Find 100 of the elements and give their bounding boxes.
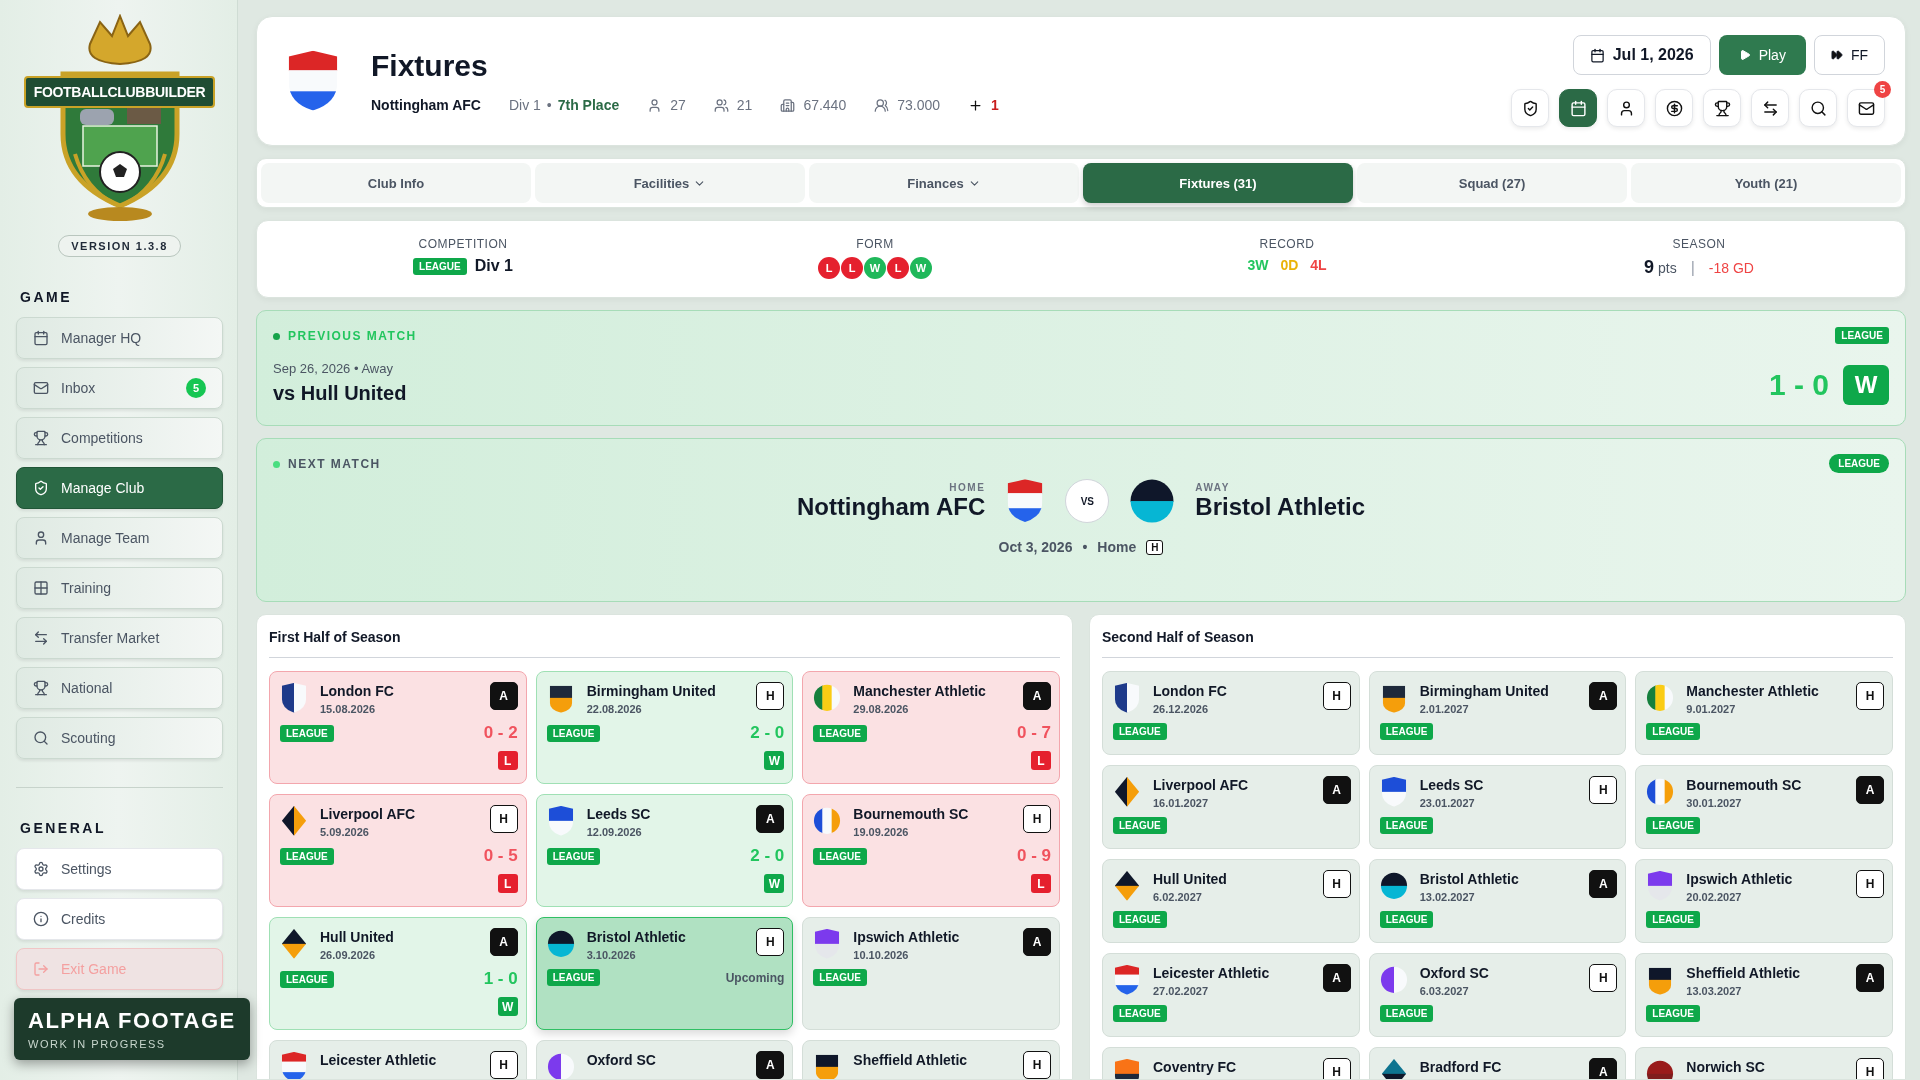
tab[interactable]: Club Info [261,163,531,203]
league-tag: LEAGUE [1646,723,1700,740]
sidebar-item[interactable]: Credits [16,898,223,940]
fixture-card[interactable]: Sheffield Athletic H [802,1040,1060,1079]
league-tag: LEAGUE [1646,1005,1700,1022]
venue-badge: H [1589,964,1618,992]
venue-badge: H [1322,1058,1351,1079]
summary-label: SEASON [1672,237,1726,251]
match-score: 0 - 7 [1016,723,1051,743]
exit-icon [33,961,49,977]
club-crest-icon [813,928,842,960]
goal-difference: -18 GD [1708,259,1754,276]
sidebar-item[interactable]: Manager HQ [16,317,223,359]
fast-forward-button[interactable]: FF [1813,35,1885,75]
grid-icon [33,580,49,596]
fixture-card[interactable]: Ipswich Athletic 20.02.2027 H LEAGUE [1635,859,1893,943]
fixture-card[interactable]: Oxford SC 6.03.2027 H LEAGUE [1368,953,1627,1037]
team-name: London FC [320,683,395,699]
tab[interactable]: Facilities [535,163,805,203]
sidebar-item[interactable]: Transfer Market [16,617,223,659]
venue-badge: H [1322,870,1351,898]
league-tag: LEAGUE [1113,723,1167,740]
league-tag: LEAGUE [546,969,601,986]
fixture-card[interactable]: Leicester Athletic 27.02.2027 A LEAGUE [1102,953,1360,1037]
sidebar-item[interactable]: Inbox 5 [16,367,223,409]
match-date: 30.01.2027 [1686,797,1743,809]
fixture-card[interactable]: Oxford SC A [535,1040,794,1079]
club-crest-icon [1646,870,1675,902]
team-name: Bournemouth SC [853,806,970,822]
team-name: London FC [1153,683,1228,699]
fixture-card[interactable]: London FC 26.12.2026 H LEAGUE [1102,671,1360,755]
match-date: 13.02.2027 [1419,891,1476,903]
sidebar-item[interactable]: Training [16,567,223,609]
users-icon [713,97,729,113]
league-place: 7th Place [557,97,620,113]
match-score: 2 - 0 [750,846,785,866]
league-tag: LEAGUE [813,724,867,742]
result-badge: W [764,874,785,893]
fixture-card[interactable]: London FC 15.08.2026 A LEAGUE 0 - 2 L [269,671,527,784]
fixture-card[interactable]: Birmingham United 2.01.2027 A LEAGUE [1368,671,1627,755]
tab[interactable]: Fixtures (31) [1083,163,1353,203]
fixture-card[interactable]: Liverpool AFC 5.09.2026 H LEAGUE 0 - 5 L [269,794,527,907]
fixture-card[interactable]: Manchester Athletic 9.01.2027 H LEAGUE [1635,671,1893,755]
fixture-card[interactable]: Bournemouth SC 30.01.2027 A LEAGUE [1635,765,1893,849]
match-date: 15.08.2026 [320,703,377,715]
fixture-card[interactable]: Bradford FC A [1368,1047,1627,1079]
fixture-card[interactable]: Ipswich Athletic 10.10.2026 A LEAGUE [802,917,1060,1030]
sidebar-item[interactable]: Competitions [16,417,223,459]
team-name: Oxford SC [1419,965,1490,981]
play-button[interactable]: Play [1718,35,1806,75]
match-status: Upcoming [725,970,785,985]
team-name: Birmingham United [1419,683,1550,699]
date-button[interactable]: Jul 1, 2026 [1572,35,1711,75]
match-date: Oct 3, 2026 [998,539,1073,556]
match-score: 0 - 5 [483,846,518,866]
fixture-card[interactable]: Leeds SC 12.09.2026 A LEAGUE 2 - 0 W [535,794,794,907]
tab[interactable]: Youth (21) [1631,163,1901,203]
venue-badge: H [1856,1058,1884,1079]
tab[interactable]: Squad (27) [1357,163,1627,203]
calendar-icon [33,330,49,346]
fixture-card[interactable]: Leicester Athletic H [269,1040,527,1079]
team-name: Leicester Athletic [1153,965,1271,981]
result-badge: W [764,751,785,770]
sidebar-item[interactable]: Manage Team [16,517,223,559]
fixture-card[interactable]: Hull United 26.09.2026 A LEAGUE 1 - 0 W [269,917,527,1030]
fixture-card[interactable]: Sheffield Athletic 13.03.2027 A LEAGUE [1635,953,1893,1037]
venue-badge: A [1589,1058,1618,1079]
fixture-card[interactable]: Hull United 6.02.2027 H LEAGUE [1102,859,1360,943]
match-date: 23.01.2027 [1419,797,1476,809]
venue-badge: H [1023,805,1051,833]
fixture-card[interactable]: Birmingham United 22.08.2026 H LEAGUE 2 - 0 W [535,671,794,784]
sidebar-item[interactable]: Scouting [16,717,223,759]
fixture-card[interactable]: Bournemouth SC 19.09.2026 H LEAGUE 0 - 9 L [802,794,1060,907]
venue-badge: A [1589,682,1618,710]
club-crest-icon [280,682,308,714]
fixture-card[interactable]: Manchester Athletic 29.08.2026 A LEAGUE 0 - 7 L [802,671,1060,784]
fixture-card[interactable]: Bristol Athletic 3.10.2026 H LEAGUE Upcoming [535,917,794,1030]
match-date: 20.02.2027 [1686,891,1743,903]
sidebar-item[interactable]: National [16,667,223,709]
team-name: Bristol Athletic [586,929,687,945]
fixture-card[interactable]: Liverpool AFC 16.01.2027 A LEAGUE [1102,765,1360,849]
venue-badge: A [756,805,785,833]
sidebar-item[interactable]: Manage Club [16,467,223,509]
fixture-card[interactable]: Leeds SC 23.01.2027 H LEAGUE [1368,765,1627,849]
match-score: 0 - 9 [1016,846,1051,866]
toolbar-button[interactable] [1559,89,1597,127]
match-score: 1 - 0 [483,969,518,989]
club-crest-icon [1113,870,1141,902]
tab[interactable]: Finances [809,163,1079,203]
fixture-card[interactable]: Norwich SC H [1635,1047,1893,1079]
sidebar-item[interactable]: Settings [16,848,223,890]
league-tag: LEAGUE [1379,817,1434,834]
league-tag: LEAGUE [413,257,467,275]
summary-label: RECORD [1259,237,1315,251]
fixture-card[interactable]: Bristol Athletic 13.02.2027 A LEAGUE [1368,859,1627,943]
match-date: 3.10.2026 [586,949,637,961]
venue-badge: A [1322,964,1351,992]
team-name: Manchester Athletic [853,683,987,699]
search-icon [33,730,49,746]
fixture-card[interactable]: Coventry FC H [1102,1047,1360,1079]
